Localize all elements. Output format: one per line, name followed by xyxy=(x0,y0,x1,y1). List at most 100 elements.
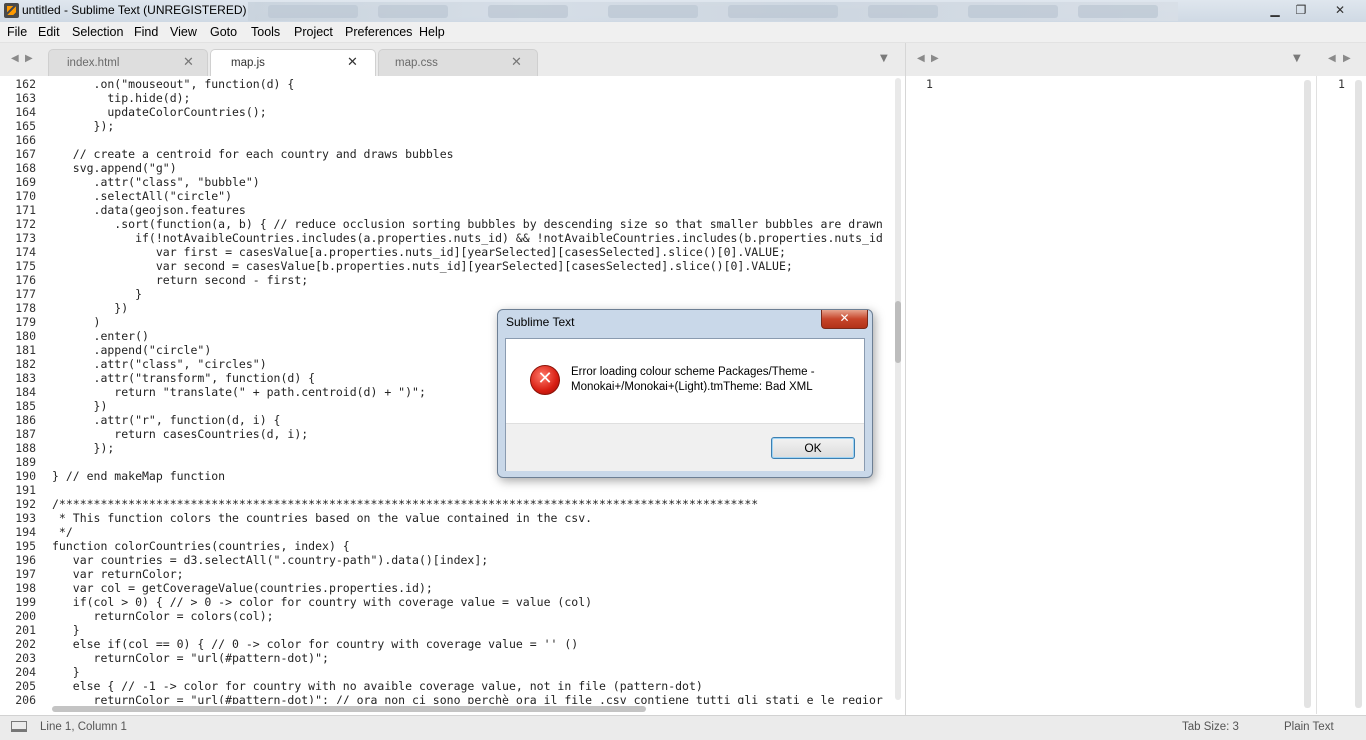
editor-pane-2[interactable]: 1 xyxy=(906,76,1316,714)
code-line[interactable]: 172 .sort(function(a, b) { // reduce occ… xyxy=(0,217,893,231)
menu-project[interactable]: Project xyxy=(294,25,333,39)
tab-map-js[interactable]: map.js ✕ xyxy=(210,49,376,76)
menu-file[interactable]: File xyxy=(7,25,27,39)
tab-map-css[interactable]: map.css ✕ xyxy=(378,49,538,76)
code-text: }); xyxy=(52,119,115,133)
code-line[interactable]: 191 xyxy=(0,483,893,497)
code-text: .sort(function(a, b) { // reduce occlusi… xyxy=(52,217,883,231)
pane2-scroll-right-icon[interactable]: ▶ xyxy=(931,53,939,64)
scrollbar-thumb[interactable] xyxy=(52,706,646,712)
code-line[interactable]: 168 svg.append("g") xyxy=(0,161,893,175)
pane3-scrollbar[interactable] xyxy=(1355,80,1362,708)
editor-horizontal-scrollbar[interactable] xyxy=(0,704,893,714)
code-line[interactable]: 205 else { // -1 -> color for country wi… xyxy=(0,679,893,693)
code-text: updateColorCountries(); xyxy=(52,105,267,119)
tab-index-html[interactable]: index.html ✕ xyxy=(48,49,208,76)
pane3-scroll-left-icon[interactable]: ◀ xyxy=(1328,53,1336,64)
code-line[interactable]: 166 xyxy=(0,133,893,147)
error-icon: ✕ xyxy=(530,365,560,395)
tab-scroll-right-icon[interactable]: ▶ xyxy=(25,53,33,64)
pane2-scroll-left-icon[interactable]: ◀ xyxy=(917,53,925,64)
code-line[interactable]: 195 function colorCountries(countries, in… xyxy=(0,539,893,553)
code-line[interactable]: 164 updateColorCountries(); xyxy=(0,105,893,119)
code-text: return casesCountries(d, i); xyxy=(52,427,309,441)
code-line[interactable]: 176 return second - first; xyxy=(0,273,893,287)
cursor-position: Line 1, Column 1 xyxy=(40,721,127,733)
code-line[interactable]: 204 } xyxy=(0,665,893,679)
code-line[interactable]: 162 .on("mouseout", function(d) { xyxy=(0,77,893,91)
dialog-footer: OK xyxy=(506,423,864,471)
tab-close-icon[interactable]: ✕ xyxy=(183,55,194,70)
code-text: } xyxy=(52,623,80,637)
scrollbar-track[interactable] xyxy=(895,78,901,700)
pane3-scroll-right-icon[interactable]: ▶ xyxy=(1343,53,1351,64)
code-line[interactable]: 171 .data(geojson.features xyxy=(0,203,893,217)
menu-find[interactable]: Find xyxy=(134,25,158,39)
code-line[interactable]: 194 */ xyxy=(0,525,893,539)
tab-close-icon[interactable]: ✕ xyxy=(347,55,358,70)
code-text: // create a centroid for each country an… xyxy=(52,147,454,161)
code-line[interactable]: 199 if(col > 0) { // > 0 -> color for co… xyxy=(0,595,893,609)
code-line[interactable]: 163 tip.hide(d); xyxy=(0,91,893,105)
line-number: 205 xyxy=(15,679,36,693)
tab-list-dropdown-icon[interactable]: ▼ xyxy=(880,53,888,64)
code-line[interactable]: 198 var col = getCoverageValue(countries… xyxy=(0,581,893,595)
line-number: 194 xyxy=(15,525,36,539)
tab-close-icon[interactable]: ✕ xyxy=(511,55,522,70)
ok-button[interactable]: OK xyxy=(771,437,855,459)
code-line[interactable]: 165 }); xyxy=(0,119,893,133)
maximize-button[interactable]: ❐ xyxy=(1288,1,1314,19)
code-text: tip.hide(d); xyxy=(52,91,191,105)
code-line[interactable]: 193 * This function colors the countries… xyxy=(0,511,893,525)
code-line[interactable]: 200 returnColor = colors(col); xyxy=(0,609,893,623)
code-line[interactable]: 170 .selectAll("circle") xyxy=(0,189,893,203)
code-line[interactable]: 169 .attr("class", "bubble") xyxy=(0,175,893,189)
close-icon: ✕ xyxy=(839,311,850,325)
code-line[interactable]: 192 /************************************… xyxy=(0,497,893,511)
code-line[interactable]: 177 } xyxy=(0,287,893,301)
editor-vertical-scrollbar[interactable] xyxy=(893,76,905,704)
menu-goto[interactable]: Goto xyxy=(210,25,237,39)
menu-selection[interactable]: Selection xyxy=(72,25,123,39)
menu-preferences[interactable]: Preferences xyxy=(345,25,412,39)
close-icon: ✕ xyxy=(1334,3,1346,17)
close-window-button[interactable]: ✕ xyxy=(1326,1,1354,19)
code-line[interactable]: 202 else if(col == 0) { // 0 -> color fo… xyxy=(0,637,893,651)
pane2-scrollbar[interactable] xyxy=(1304,80,1311,708)
minimize-button[interactable]: ▁ xyxy=(1262,1,1288,19)
syntax-selector[interactable]: Plain Text xyxy=(1284,721,1334,733)
dialog-title: Sublime Text xyxy=(506,315,575,329)
code-line[interactable]: 175 var second = casesValue[b.properties… xyxy=(0,259,893,273)
title-bar: untitled - Sublime Text (UNREGISTERED) ▁… xyxy=(0,0,1366,23)
line-number: 176 xyxy=(15,273,36,287)
menu-tools[interactable]: Tools xyxy=(251,25,280,39)
code-line[interactable]: 174 var first = casesValue[a.properties.… xyxy=(0,245,893,259)
code-text: if(!notAvaibleCountries.includes(a.prope… xyxy=(52,231,883,245)
code-line[interactable]: 197 var returnColor; xyxy=(0,567,893,581)
code-text: function colorCountries(countries, index… xyxy=(52,539,350,553)
code-line[interactable]: 201 } xyxy=(0,623,893,637)
dialog-close-button[interactable]: ✕ xyxy=(821,310,868,329)
tab-label: map.js xyxy=(231,57,265,69)
pane2-dropdown-icon[interactable]: ▼ xyxy=(1293,53,1301,64)
line-number: 179 xyxy=(15,315,36,329)
menu-edit[interactable]: Edit xyxy=(38,25,60,39)
code-text: * This function colors the countries bas… xyxy=(52,511,593,525)
code-line[interactable]: 173 if(!notAvaibleCountries.includes(a.p… xyxy=(0,231,893,245)
line-number: 191 xyxy=(15,483,36,497)
tab-scroll-left-icon[interactable]: ◀ xyxy=(11,53,19,64)
code-text: } xyxy=(52,665,80,679)
code-line[interactable]: 167 // create a centroid for each countr… xyxy=(0,147,893,161)
tab-size-selector[interactable]: Tab Size: 3 xyxy=(1182,721,1239,733)
code-text: returnColor = "url(#pattern-dot)"; xyxy=(52,651,329,665)
code-line[interactable]: 203 returnColor = "url(#pattern-dot)"; xyxy=(0,651,893,665)
menu-view[interactable]: View xyxy=(170,25,197,39)
console-toggle-icon[interactable] xyxy=(11,721,27,732)
code-line[interactable]: 196 var countries = d3.selectAll(".count… xyxy=(0,553,893,567)
code-text: else if(col == 0) { // 0 -> color for co… xyxy=(52,637,579,651)
menu-help[interactable]: Help xyxy=(419,25,445,39)
code-line[interactable]: 206 returnColor = "url(#pattern-dot)"; /… xyxy=(0,693,893,704)
scrollbar-thumb[interactable] xyxy=(895,301,901,363)
line-number: 203 xyxy=(15,651,36,665)
editor-pane-3[interactable]: 1 xyxy=(1316,76,1366,714)
